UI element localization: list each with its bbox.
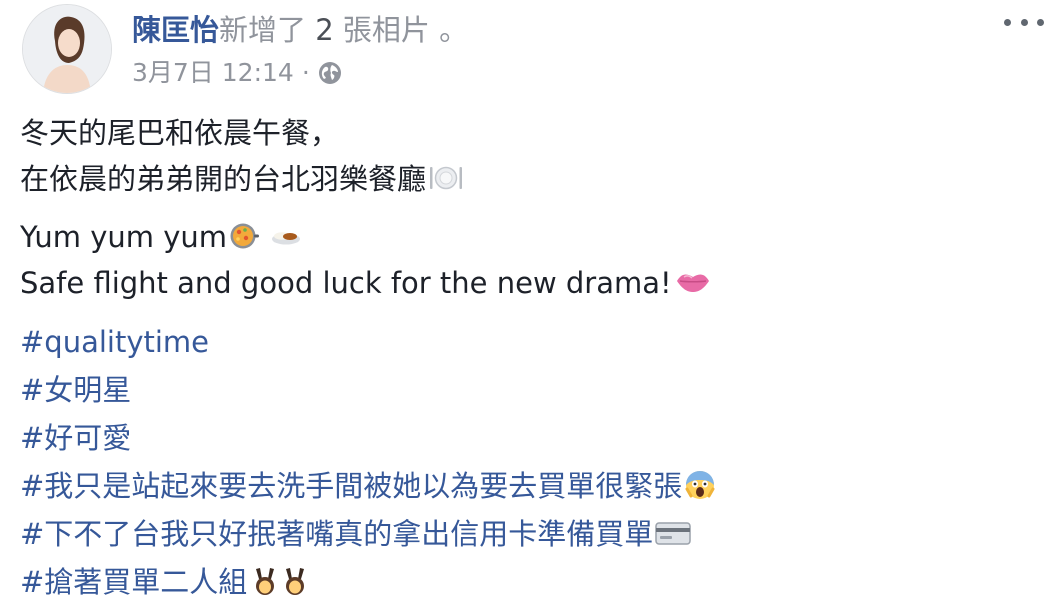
message-text: 在依晨的弟弟開的台北羽樂餐廳 [20, 162, 427, 196]
hashtag-link[interactable]: #搶著買單二人組 [20, 565, 247, 596]
message-text: Yum yum yum [20, 220, 228, 254]
post-timestamp[interactable]: 3月7日 12:14 [132, 56, 294, 90]
kiss-lips-icon [676, 274, 709, 292]
author-name-link[interactable]: 陳匡怡 [132, 13, 219, 47]
post-message: 冬天的尾巴和依晨午餐， 在依晨的弟弟開的台北羽樂餐廳 Yum yum yum S… [20, 110, 1040, 596]
action-text: 新增了 [219, 13, 307, 47]
paella-pan-icon [230, 223, 260, 249]
globe-icon[interactable] [318, 61, 342, 85]
credit-card-icon [655, 522, 692, 545]
hashtag-link-row: #搶著買單二人組 [20, 558, 1040, 596]
title-period: 。 [439, 13, 469, 47]
post-meta: 陳匡怡新增了 2 張相片 。 3月7日 12:14 · [132, 10, 468, 90]
message-paragraph-1: 冬天的尾巴和依晨午餐， 在依晨的弟弟開的台北羽樂餐廳 [20, 110, 1040, 202]
plate-cutlery-icon [430, 166, 463, 190]
post-header: 陳匡怡新增了 2 張相片 。 3月7日 12:14 · [22, 4, 468, 94]
photo-suffix: 張相片 [342, 13, 430, 47]
avatar-image [23, 5, 111, 93]
hashtag-link[interactable]: #我只是站起來要去洗手間被她以為要去買單很緊張 [20, 469, 682, 503]
curry-rice-icon [272, 232, 301, 245]
ellipsis-dot [1020, 18, 1028, 26]
scream-face-icon [685, 471, 715, 499]
hashtag-link-row: #我只是站起來要去洗手間被她以為要去買單很緊張 [20, 462, 1040, 510]
message-line: Yum yum yum [20, 214, 1040, 260]
post-time-line: 3月7日 12:14 · [132, 56, 468, 90]
message-line: 冬天的尾巴和依晨午餐， [20, 116, 340, 150]
message-line: Safe flight and good luck for the new dr… [20, 260, 1040, 306]
more-options-button[interactable] [1004, 12, 1044, 32]
message-paragraph-2: Yum yum yum Safe flight and good luck fo… [20, 214, 1040, 306]
post-title-line: 陳匡怡新增了 2 張相片 。 [132, 10, 468, 50]
message-line: 在依晨的弟弟開的台北羽樂餐廳 [20, 156, 1040, 202]
hashtag-link-row: #下不了台我只好抿著嘴真的拿出信用卡準備買單 [20, 510, 1040, 558]
meta-separator: · [301, 58, 310, 87]
facebook-post: 陳匡怡新增了 2 張相片 。 3月7日 12:14 · 冬天的尾巴和依晨午餐， … [0, 0, 1060, 596]
ellipsis-dot [1004, 18, 1011, 26]
photo-count: 2 [315, 13, 334, 47]
hashtag-link[interactable]: #好可愛 [20, 414, 1040, 462]
hashtag-link[interactable]: #下不了台我只好抿著嘴真的拿出信用卡準備買單 [20, 517, 653, 551]
hashtag-link[interactable]: #qualitytime [20, 318, 1040, 366]
message-text: Safe flight and good luck for the new dr… [20, 266, 672, 300]
bunny-ears-girls-icon [256, 568, 305, 595]
author-avatar[interactable] [22, 4, 112, 94]
ellipsis-dot [1037, 18, 1044, 26]
hashtag-link[interactable]: #女明星 [20, 366, 1040, 414]
hashtag-list: #qualitytime #女明星 #好可愛 #我只是站起來要去洗手間被她以為要… [20, 318, 1040, 596]
